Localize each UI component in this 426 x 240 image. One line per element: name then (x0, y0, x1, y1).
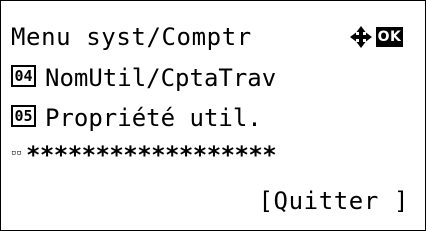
four-way-arrow-icon (350, 26, 372, 48)
menu-item-label: Propriété util. (45, 104, 262, 132)
lcd-panel: Menu syst/Comptr OK 04 NomUtil/CptaTrav 0… (0, 0, 426, 231)
screen-title: Menu syst/Comptr (11, 23, 252, 51)
menu-item-label: NomUtil/CptaTrav (45, 64, 277, 92)
cursor-indicator: ▫▫ (11, 148, 22, 158)
password-field[interactable]: ▫▫ ****************** (11, 137, 277, 173)
menu-item[interactable]: 04 NomUtil/CptaTrav (11, 59, 276, 95)
masked-input-value: ****************** (26, 141, 277, 169)
menu-item[interactable]: 05 Propriété util. (11, 99, 262, 135)
navigation-hint: OK (349, 25, 403, 49)
ok-key-icon: OK (376, 27, 403, 47)
item-number-badge: 05 (11, 105, 36, 127)
item-number-badge: 04 (11, 65, 36, 87)
quit-softkey[interactable]: [Quitter ] (259, 183, 410, 219)
